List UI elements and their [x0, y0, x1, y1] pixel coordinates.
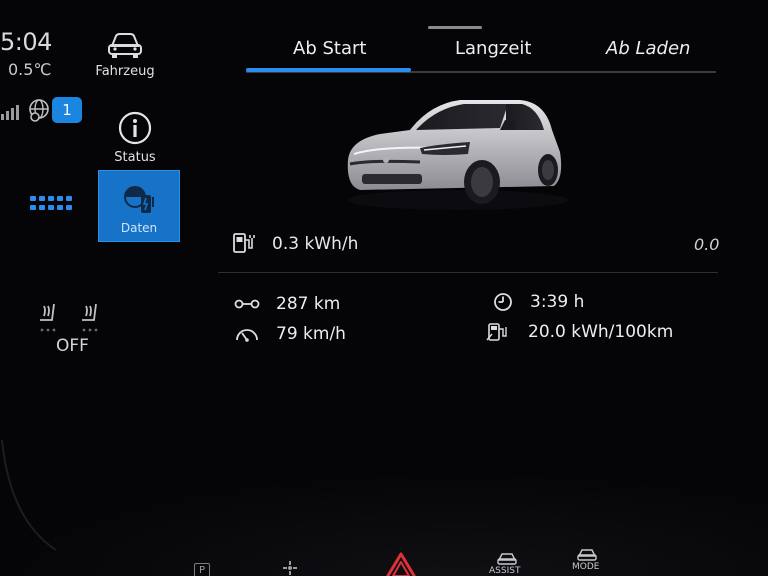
- signal-strength-icon: [1, 105, 19, 120]
- clock-time: 5:04: [0, 28, 52, 56]
- bezel-edge: [1, 440, 57, 551]
- avg-speed-value: 79 km/h: [276, 324, 346, 344]
- app-grid-icon[interactable]: [30, 196, 74, 218]
- climate-fan-icon[interactable]: [282, 560, 298, 576]
- side-menu-status[interactable]: Status: [94, 110, 176, 165]
- charging-data-icon: [124, 186, 154, 213]
- energy-consumption-icon: [486, 323, 507, 341]
- outside-temperature: 0.5℃: [8, 60, 52, 79]
- section-divider: [218, 272, 718, 273]
- car-icon: [108, 33, 142, 58]
- info-icon: [118, 111, 152, 145]
- notification-badge[interactable]: 1: [52, 97, 82, 123]
- avg-consumption-value: 20.0 kWh/100km: [528, 322, 674, 342]
- vehicle-image: [347, 100, 568, 210]
- tab-ab-laden[interactable]: Ab Laden: [606, 38, 690, 59]
- consumption-right-value: 0.0: [694, 235, 720, 254]
- distance-value: 287 km: [276, 294, 341, 314]
- seat-heating-icon[interactable]: [34, 298, 114, 338]
- seat-heating-status: OFF: [56, 336, 89, 356]
- drag-handle[interactable]: [428, 26, 482, 29]
- mode-button-label[interactable]: MODE: [572, 562, 599, 572]
- duration-value: 3:39 h: [530, 292, 585, 312]
- charging-station-icon: [233, 233, 255, 253]
- side-menu-fahrzeug[interactable]: Fahrzeug: [84, 30, 166, 79]
- hazard-warning-icon[interactable]: [384, 552, 418, 576]
- assist-button-label[interactable]: ASSIST: [489, 566, 520, 576]
- side-menu-label-status: Status: [114, 150, 156, 165]
- side-menu-daten[interactable]: Daten: [98, 170, 180, 242]
- park-button[interactable]: P: [194, 563, 210, 576]
- clock-icon: [494, 293, 512, 311]
- distance-icon: [234, 299, 260, 309]
- online-services-icon[interactable]: [26, 98, 52, 124]
- side-menu-label-daten: Daten: [120, 221, 158, 235]
- speedometer-icon: [236, 329, 258, 342]
- tab-ab-start[interactable]: Ab Start: [293, 38, 366, 59]
- drive-mode-car-icon[interactable]: [576, 548, 598, 562]
- side-menu-label-fahrzeug: Fahrzeug: [95, 64, 155, 79]
- tab-langzeit[interactable]: Langzeit: [455, 38, 531, 59]
- consumption-value: 0.3 kWh/h: [272, 234, 359, 254]
- assist-car-icon[interactable]: [496, 552, 518, 566]
- tab-active-indicator: [246, 68, 411, 72]
